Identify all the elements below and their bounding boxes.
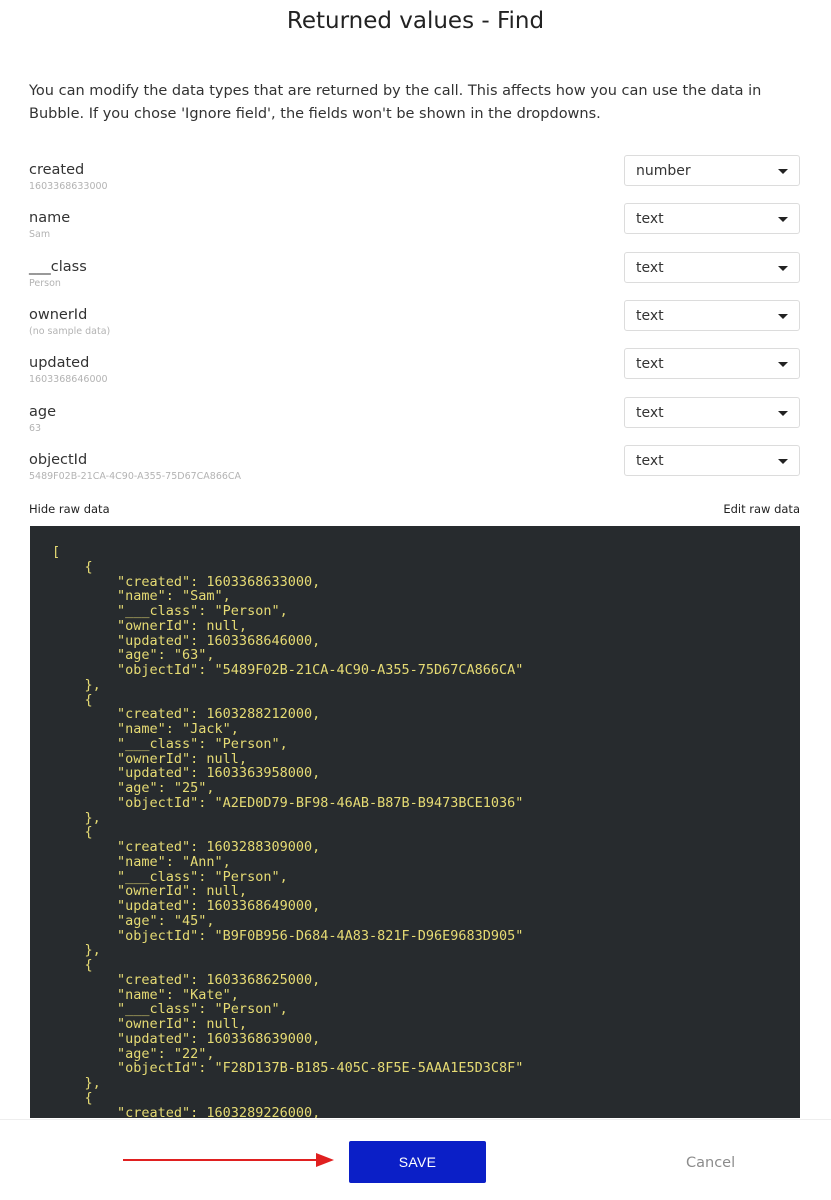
field-row-ownerid: ownerId (no sample data) text [29,300,800,340]
field-name: age [29,404,57,420]
field-sample: (no sample data) [29,326,111,337]
type-select[interactable]: number [624,155,800,186]
chevron-down-icon [778,411,788,416]
type-select[interactable]: text [624,300,800,331]
type-select-value: text [636,260,664,276]
field-row-age: age 63 text [29,397,800,437]
field-sample: 1603368646000 [29,374,108,385]
hide-raw-data-link[interactable]: Hide raw data [29,502,110,516]
field-sample: 5489F02B-21CA-4C90-A355-75D67CA866CA [29,471,242,482]
type-select-value: text [636,453,664,469]
raw-data-json: [ { "created": 1603368633000, "name": "S… [52,544,524,1118]
field-row-objectid: objectId 5489F02B-21CA-4C90-A355-75D67CA… [29,445,800,485]
type-select[interactable]: text [624,252,800,283]
field-name: objectId [29,452,88,468]
dialog-description: You can modify the data types that are r… [29,83,762,122]
field-row-name: name Sam text [29,203,800,243]
field-name: created [29,162,85,178]
type-select[interactable]: text [624,348,800,379]
chevron-down-icon [778,266,788,271]
type-select-value: text [636,356,664,372]
dialog-title: Returned values - Find [286,8,545,34]
chevron-down-icon [778,169,788,174]
field-row-updated: updated 1603368646000 text [29,348,800,388]
type-select[interactable]: text [624,397,800,428]
field-sample: 63 [29,423,42,434]
field-sample: Person [29,278,61,289]
field-name: updated [29,355,90,371]
field-name: ___class [29,259,87,275]
field-name: ownerId [29,307,88,323]
field-row-created: created 1603368633000 number [29,155,800,195]
type-select[interactable]: text [624,203,800,234]
type-select-value: text [636,211,664,227]
footer-divider [0,1119,831,1120]
raw-data-panel[interactable]: [ { "created": 1603368633000, "name": "S… [30,526,800,1118]
type-select-value: number [636,163,691,179]
type-select-value: text [636,405,664,421]
arrow-right-icon [123,1153,334,1167]
chevron-down-icon [778,314,788,319]
field-name: name [29,210,71,226]
cancel-button[interactable]: Cancel [686,1155,735,1171]
save-button[interactable]: SAVE [349,1141,486,1183]
chevron-down-icon [778,217,788,222]
type-select-value: text [636,308,664,324]
field-sample: 1603368633000 [29,181,108,192]
field-row-class: ___class Person text [29,252,800,292]
field-sample: Sam [29,229,51,240]
chevron-down-icon [778,459,788,464]
type-select[interactable]: text [624,445,800,476]
chevron-down-icon [778,362,788,367]
edit-raw-data-link[interactable]: Edit raw data [723,502,800,516]
